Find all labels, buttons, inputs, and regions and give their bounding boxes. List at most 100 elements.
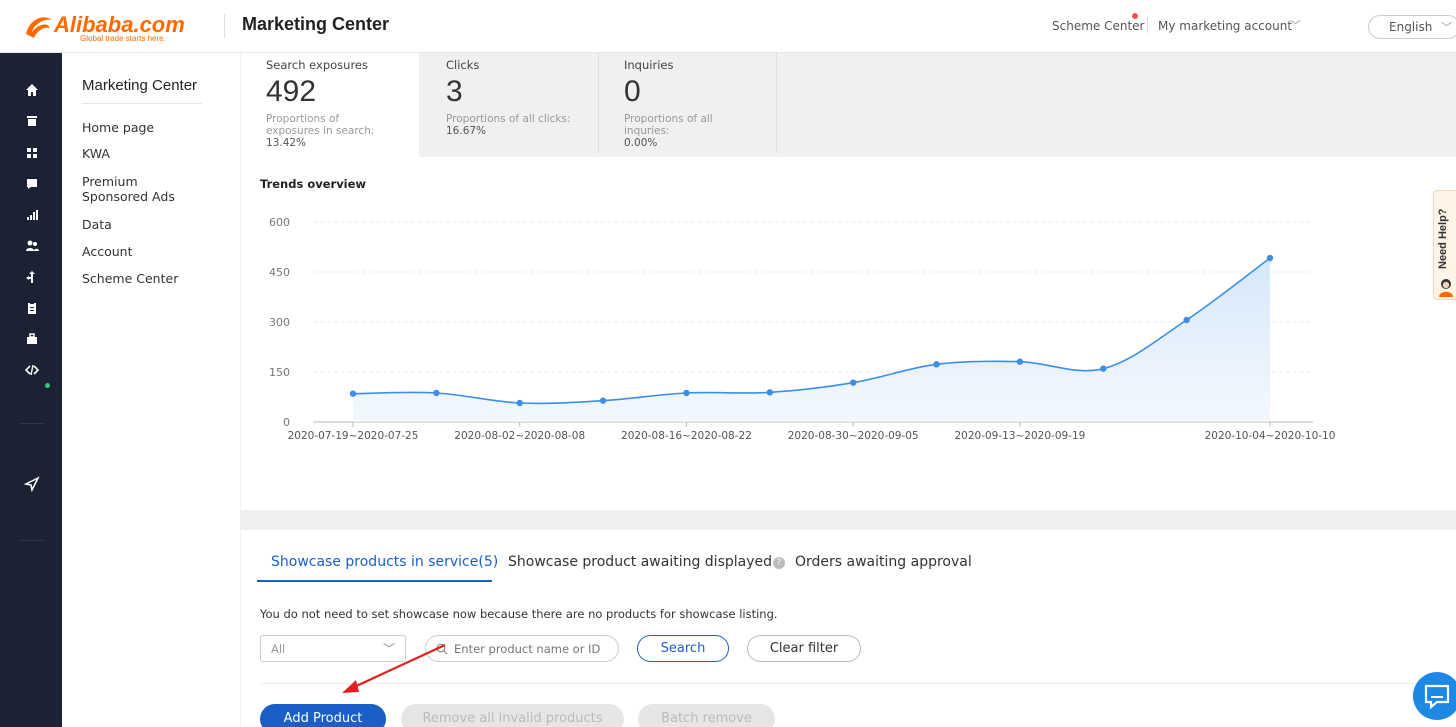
header-separator — [1147, 17, 1148, 33]
nav-panel: Marketing Center Home page KWA Premium S… — [62, 53, 240, 727]
data-point[interactable] — [1266, 254, 1274, 262]
data-point[interactable] — [1183, 316, 1190, 324]
y-tick-label: 600 — [269, 216, 290, 229]
stat-card-inquiries[interactable]: Inquiries 0 Proportions of all inquries:… — [599, 53, 777, 157]
need-help-label: Need Help? — [1437, 208, 1449, 269]
search-button[interactable]: Search — [637, 635, 729, 662]
stat-note: Proportions of all clicks: 16.67% — [446, 113, 586, 137]
stat-note: Proportions of exposures in search: 13.42… — [266, 113, 396, 149]
trend-area — [353, 258, 1270, 422]
data-point[interactable] — [349, 390, 357, 397]
product-search-box[interactable] — [425, 635, 619, 662]
nav-item-account[interactable]: Account — [82, 244, 182, 259]
stat-note-label: Proportions of all inquries: — [624, 113, 713, 137]
language-selector[interactable]: English ﹀ — [1368, 15, 1456, 39]
support-agent-icon — [1439, 279, 1453, 297]
stat-value: 3 — [446, 75, 463, 108]
tab-awaiting-displayed[interactable]: Showcase product awaiting displayed? — [508, 554, 786, 570]
stats-summary: Search exposures 492 Proportions of expo… — [241, 53, 1456, 157]
nav-item-scheme-center[interactable]: Scheme Center — [82, 271, 182, 286]
remove-invalid-products-button[interactable]: Remove all invalid products — [401, 704, 624, 727]
chevron-down-icon[interactable]: ﹀ — [1290, 17, 1301, 33]
tab-showcase-in-service[interactable]: Showcase products in service(5) — [271, 554, 498, 570]
active-tab-indicator — [257, 580, 492, 582]
icon-sidebar — [0, 53, 62, 727]
y-tick-label: 150 — [269, 366, 290, 379]
account-menu[interactable]: My marketing account — [1158, 19, 1292, 33]
logo-tagline: Global trade starts here. — [80, 34, 166, 43]
stat-label: Search exposures — [266, 58, 369, 72]
data-point[interactable] — [683, 389, 690, 397]
send-icon[interactable] — [24, 476, 40, 492]
code-icon[interactable] — [24, 362, 40, 378]
language-label: English — [1389, 20, 1433, 34]
stat-divider — [776, 53, 777, 153]
need-help-tab[interactable]: Need Help? — [1433, 190, 1456, 300]
x-tick-label: 2020-10-04~2020-10-10 — [1205, 430, 1336, 442]
clear-filter-button[interactable]: Clear filter — [747, 635, 861, 662]
nav-item-premium-sponsored-ads[interactable]: Premium Sponsored Ads — [82, 174, 182, 204]
app-title: Marketing Center — [242, 14, 390, 34]
home-icon[interactable] — [24, 82, 40, 98]
add-product-button[interactable]: Add Product — [260, 704, 386, 727]
notification-dot — [1132, 13, 1138, 19]
routes-icon[interactable] — [24, 269, 40, 285]
sidebar-divider — [20, 423, 44, 424]
stat-note-value: 13.42% — [266, 137, 307, 149]
data-point[interactable] — [1100, 365, 1107, 372]
help-icon[interactable]: ? — [773, 557, 786, 569]
logo-divider — [224, 14, 225, 38]
apps-icon[interactable] — [24, 145, 40, 161]
data-point[interactable] — [516, 399, 523, 407]
data-point[interactable] — [433, 389, 440, 397]
data-point[interactable] — [933, 361, 940, 368]
y-tick-label: 300 — [269, 316, 290, 329]
select-value: All — [271, 642, 286, 656]
clipboard-icon[interactable] — [24, 300, 40, 316]
nav-item-kwa[interactable]: KWA — [82, 146, 182, 161]
stat-note-label: Proportions of all clicks: — [446, 113, 571, 125]
stat-card-clicks[interactable]: Clicks 3 Proportions of all clicks: 16.67… — [421, 53, 599, 157]
y-tick-label: 450 — [269, 266, 290, 279]
data-point[interactable] — [1016, 358, 1024, 365]
nav-title-divider — [82, 103, 202, 104]
message-icon[interactable] — [24, 176, 40, 192]
alibaba-logo[interactable]: Alibaba.com Global trade starts here. — [22, 10, 212, 44]
chat-support-button[interactable] — [1413, 672, 1456, 720]
data-point[interactable] — [599, 397, 607, 404]
stat-note: Proportions of all inquries: 0.00% — [624, 113, 734, 149]
store-icon[interactable] — [24, 113, 40, 129]
data-point[interactable] — [766, 389, 774, 396]
stat-card-search-exposures[interactable]: Search exposures 492 Proportions of expo… — [241, 53, 419, 157]
data-point[interactable] — [849, 379, 857, 386]
briefcase-icon[interactable] — [24, 331, 40, 347]
search-input[interactable] — [454, 640, 614, 658]
tab-label: Showcase product awaiting displayed — [508, 554, 773, 570]
chevron-down-icon: ﹀ — [1441, 21, 1452, 34]
stat-note-value: 0.00% — [624, 137, 658, 149]
x-tick-label: 2020-08-02~2020-08-08 — [454, 430, 585, 442]
sidebar-divider — [20, 540, 44, 541]
nav-title: Marketing Center — [82, 77, 198, 94]
x-tick-label: 2020-08-30~2020-09-05 — [788, 430, 919, 442]
stat-value: 492 — [266, 75, 317, 108]
tab-orders-awaiting-approval[interactable]: Orders awaiting approval — [795, 554, 972, 570]
annotation-arrow — [342, 644, 446, 693]
trends-card: Trends overview 0 150 300 450 600 2020-07-19… — [241, 157, 1456, 510]
users-icon[interactable] — [24, 238, 40, 254]
nav-item-home-page[interactable]: Home page — [82, 120, 182, 135]
chart-icon[interactable] — [24, 207, 40, 223]
top-header: Alibaba.com Global trade starts here. Ma… — [0, 0, 1456, 53]
stat-label: Clicks — [446, 58, 480, 72]
x-tick-label: 2020-07-19~2020-07-25 — [288, 430, 419, 442]
status-dot — [45, 383, 50, 388]
x-tick-label: 2020-08-16~2020-08-22 — [621, 430, 752, 442]
trends-line-chart: 0 150 300 450 600 2020-07-19~2020-07-25 2020-… — [269, 216, 1336, 442]
showcase-notice: You do not need to set showcase now beca… — [260, 607, 778, 621]
chat-icon — [1424, 684, 1450, 710]
scheme-center-link[interactable]: Scheme Center — [1052, 19, 1144, 33]
stat-value: 0 — [624, 75, 641, 108]
nav-item-data[interactable]: Data — [82, 217, 182, 232]
batch-remove-button[interactable]: Batch remove — [638, 704, 775, 727]
x-tick-label: 2020-09-13~2020-09-19 — [954, 430, 1085, 442]
